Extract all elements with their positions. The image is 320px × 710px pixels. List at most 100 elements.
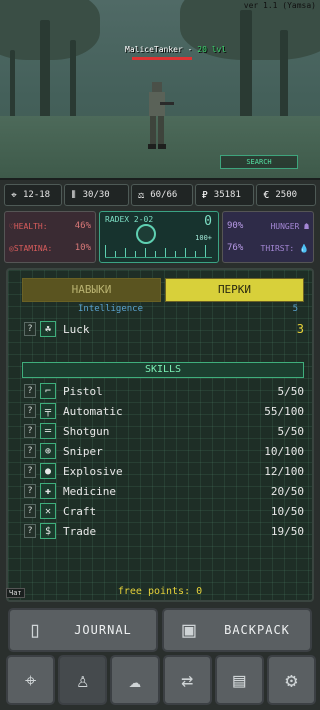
player-name: MaliceTanker - 20 lvl [125, 45, 227, 54]
search-button[interactable]: SEARCH [220, 155, 298, 169]
tools-icon: ✕ [40, 503, 56, 519]
radiation-gauge-icon [136, 224, 156, 244]
skill-name: Shotgun [63, 424, 110, 438]
crosshair-icon: ⌖ [11, 189, 17, 201]
skill-value: 55/100 [264, 404, 304, 418]
free-points: free points: 0 [8, 586, 312, 597]
skill-name: Explosive [63, 464, 123, 478]
tree-canopy [0, 0, 100, 60]
grenade-icon: ● [40, 463, 56, 479]
help-button[interactable]: ? [24, 384, 36, 398]
free-points-label: free points: [117, 586, 191, 597]
skill-row: ? $ Trade 19/50 [24, 522, 304, 540]
gear-icon: ⚙ [285, 668, 298, 692]
skill-value: 20/50 [270, 484, 304, 498]
chat-button[interactable]: Чат [6, 588, 25, 598]
help-button[interactable]: ? [24, 322, 36, 336]
medicine-icon: ✚ [40, 483, 56, 499]
health-label: ♡HEALTH: [9, 221, 48, 231]
stamina-row: ◎STAMINA: 10% [9, 237, 91, 259]
euros-value: 2500 [275, 190, 298, 200]
radiation-meter-title: RADEX 2-02 [105, 215, 154, 224]
damage-value: 12-18 [23, 190, 51, 200]
character-icon: ♙ [76, 668, 89, 692]
attribute-row-luck: ? ☘ Luck 3 [24, 320, 304, 338]
skill-value: 19/50 [270, 524, 304, 538]
needs-panel: 90% HUNGER ☗ 76% THIRST: 💧 [222, 211, 314, 263]
player-name-text: MaliceTanker [125, 45, 183, 54]
pistol-icon: ⌐ [40, 383, 56, 399]
ammo-value: 30/30 [82, 190, 110, 200]
ammo-stat: ⦀ 30/30 [63, 184, 130, 206]
settings-button[interactable]: ⚙ [266, 655, 317, 705]
help-button[interactable]: ? [24, 404, 36, 418]
backpack-icon: ▣ [182, 617, 196, 643]
weight-icon: ⚖ [138, 189, 145, 201]
skill-value: 12/100 [264, 464, 304, 478]
euros-stat: € 2500 [256, 184, 316, 206]
skill-row: ? ✚ Medicine 20/50 [24, 482, 304, 500]
tab-skills[interactable]: НАВЫКИ [22, 278, 161, 302]
skill-row: ? ⊕ Sniper 10/100 [24, 442, 304, 460]
thirst-value: 76% [227, 243, 244, 253]
attribute-name: Luck [63, 322, 90, 336]
skill-value: 10/100 [264, 444, 304, 458]
vitals-panel: ♡HEALTH: 46% ◎STAMINA: 10% [4, 211, 96, 263]
skill-name: Pistol [63, 384, 103, 398]
skill-name: Automatic [63, 404, 123, 418]
journal-button[interactable]: ▯ JOURNAL [8, 608, 158, 652]
player-health-bar [132, 57, 192, 60]
status-panels: ♡HEALTH: 46% ◎STAMINA: 10% RADEX 2-02 0 … [4, 211, 316, 263]
damage-stat: ⌖ 12-18 [4, 184, 62, 206]
radiation-meter: RADEX 2-02 0 100+ [99, 211, 219, 263]
thirst-label: THIRST: 💧 [260, 243, 310, 253]
book-icon: ▯ [28, 617, 42, 643]
radio-icon: ▤ [233, 668, 246, 692]
help-button[interactable]: ? [24, 444, 36, 458]
radiation-max: 100+ [195, 234, 212, 242]
euro-icon: € [263, 189, 270, 201]
skill-name: Medicine [63, 484, 116, 498]
tab-bar: НАВЫКИ ПЕРКИ [22, 278, 304, 302]
weight-stat: ⚖ 60/66 [131, 184, 193, 206]
soldier-sprite[interactable] [140, 80, 174, 152]
hunger-label: HUNGER ☗ [270, 221, 309, 231]
help-button[interactable]: ? [24, 424, 36, 438]
map-button[interactable]: ⌖ [6, 655, 56, 705]
character-button[interactable]: ♙ [58, 655, 108, 705]
backpack-button[interactable]: ▣ BACKPACK [162, 608, 312, 652]
radio-button[interactable]: ▤ [214, 655, 264, 705]
trade-icon: $ [40, 523, 56, 539]
game-scene: ver 1.1 (Yamsa) MaliceTanker - 20 lvl SE… [0, 0, 320, 180]
help-button[interactable]: ? [24, 524, 36, 538]
radiation-scale [105, 244, 212, 258]
ammo-icon: ⦀ [71, 189, 76, 201]
ruble-icon: ₽ [201, 189, 208, 201]
radiation-reading: 0 [204, 214, 212, 229]
skills-button[interactable]: ☁ [110, 655, 160, 705]
stamina-label: ◎STAMINA: [9, 243, 53, 253]
exchange-icon: ⇄ [181, 668, 194, 692]
skill-value: 5/50 [277, 424, 305, 438]
skill-value: 10/50 [270, 504, 304, 518]
rubles-stat: ₽ 35181 [194, 184, 255, 206]
backpack-label: BACKPACK [224, 623, 290, 637]
stamina-value: 10% [74, 243, 91, 253]
thirst-row: 76% THIRST: 💧 [227, 237, 309, 259]
skills-header: SKILLS [22, 362, 304, 378]
skill-row: ? ✕ Craft 10/50 [24, 502, 304, 520]
free-points-value: 0 [196, 586, 203, 597]
help-button[interactable]: ? [24, 484, 36, 498]
stats-bar: ⌖ 12-18 ⦀ 30/30 ⚖ 60/66 ₽ 35181 € 2500 [4, 184, 316, 206]
shotgun-icon: ═ [40, 423, 56, 439]
attribute-value: 5 [292, 304, 298, 314]
help-button[interactable]: ? [24, 464, 36, 478]
tab-perks[interactable]: ПЕРКИ [165, 278, 304, 302]
skill-row: ? ╤ Automatic 55/100 [24, 402, 304, 420]
help-button[interactable]: ? [24, 504, 36, 518]
skill-name: Craft [63, 504, 97, 518]
hunger-value: 90% [227, 221, 244, 231]
trade-button[interactable]: ⇄ [162, 655, 212, 705]
sniper-icon: ⊕ [40, 443, 56, 459]
skill-name: Trade [63, 524, 97, 538]
